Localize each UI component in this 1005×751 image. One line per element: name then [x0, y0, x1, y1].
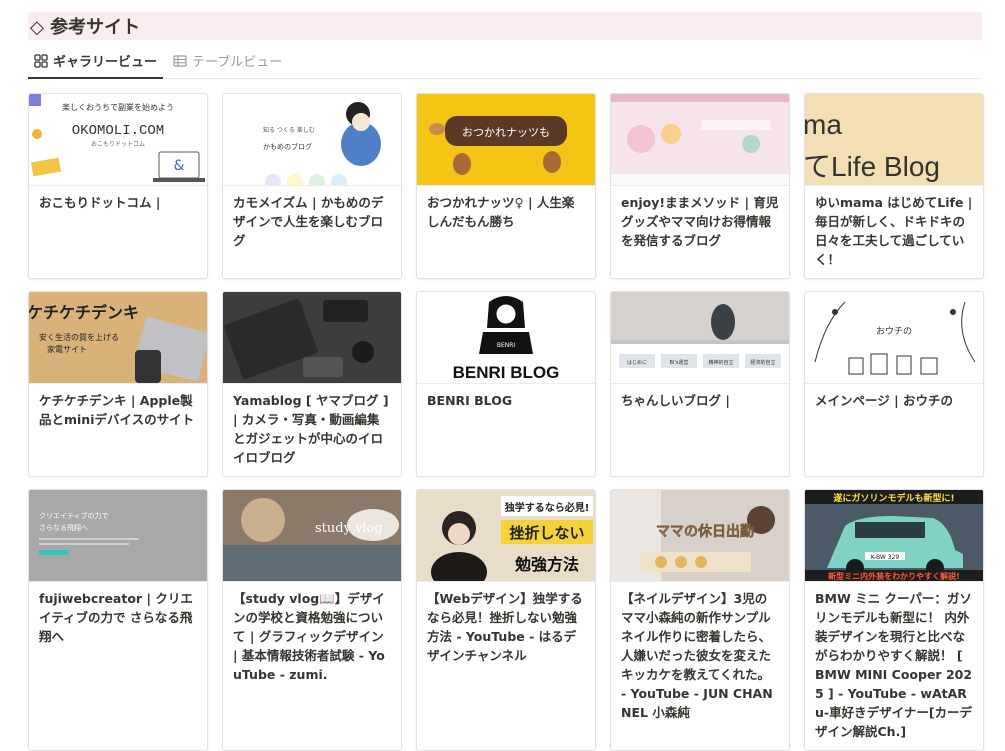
card-thumbnail: ma てLife Blog	[805, 94, 983, 186]
svg-text:&: &	[174, 158, 185, 174]
svg-text:かもめのブログ: かもめのブログ	[263, 142, 312, 151]
card-title: BENRI BLOG	[427, 393, 513, 408]
svg-text:知る つくる 楽しむ: 知る つくる 楽しむ	[263, 126, 315, 134]
card-thumbnail: study vlog	[223, 490, 401, 582]
card-thumbnail: おつかれナッツも	[417, 94, 595, 186]
table-icon	[173, 54, 187, 67]
card-thumbnail: おウチの	[805, 292, 983, 384]
gallery-card[interactable]: 独学するなら必見! 挫折しない 勉強方法 【Webデザイン】独学するなら必見！挫…	[416, 489, 596, 751]
svg-text:BENRI: BENRI	[497, 342, 516, 349]
gallery-card[interactable]: はじめに BI's運営 精神的自立 経済的自立 ちゃんしいブログ |	[610, 291, 790, 477]
card-title: ちゃんしいブログ |	[621, 393, 730, 408]
page-title: ◇ 参考サイト	[30, 17, 141, 38]
card-title: おこもりドットコム |	[39, 195, 161, 210]
card-thumbnail: ママの休日出勤	[611, 490, 789, 582]
card-title: BMW ミニ クーパー：ガソリンモデルも新型に！ 内外装デザインを現行と比べなが…	[815, 591, 973, 739]
gallery-card[interactable]: クリエイティブの力で さらなる飛翔へ fujiwebcreator | クリエイ…	[28, 489, 208, 751]
card-title: おつかれナッツ♀ | 人生楽しんだもん勝ち	[427, 195, 575, 229]
svg-text:遂にガソリンモデルも新型に!: 遂にガソリンモデルも新型に!	[833, 492, 954, 504]
card-title: 【ネイルデザイン】3児のママ小森純の新作サンプルネイル作りに密着したら、人嫌いだ…	[621, 591, 773, 720]
gallery-card[interactable]: おウチの メインページ | おウチの	[804, 291, 984, 477]
card-thumbnail: 知る つくる 楽しむ かもめのブログ	[223, 94, 401, 186]
card-thumbnail	[611, 94, 789, 186]
svg-text:安く生活の質を上げる: 安く生活の質を上げる	[39, 332, 119, 342]
card-thumbnail: クリエイティブの力で さらなる飛翔へ	[29, 490, 207, 582]
card-thumbnail: 遂にガソリンモデルも新型に! K-BW 329 新型ミニ内外装をわかりやすく解説…	[805, 490, 983, 582]
svg-text:勉強方法: 勉強方法	[514, 555, 579, 574]
card-title: fujiwebcreator | クリエイティブの力で さらなる飛翔へ	[39, 591, 193, 644]
svg-text:ママの休日出勤: ママの休日出勤	[656, 523, 754, 540]
gallery-card[interactable]: Yamablog [ ヤマブログ ] | カメラ・写真・動画編集とガジェットが中…	[222, 291, 402, 477]
svg-text:新型ミニ内外装をわかりやすく解説!: 新型ミニ内外装をわかりやすく解説!	[828, 571, 960, 581]
view-tabs: ギャラリービュー テーブルビュー	[28, 48, 982, 79]
gallery-card[interactable]: ma てLife Blog ゆいmama はじめてLife | 毎日が新しく、ド…	[804, 93, 984, 279]
grid-icon	[34, 53, 48, 68]
gallery-card[interactable]: study vlog 【study vlog📖】デザインの学校と資格勉強について…	[222, 489, 402, 751]
svg-text:独学するなら必見!: 独学するなら必見!	[505, 501, 590, 514]
tab-table-label: テーブルビュー	[192, 55, 283, 70]
gallery-card[interactable]: ケチケチデンキ 安く生活の質を上げる 家電サイト ケチケチデンキ | Apple…	[28, 291, 208, 477]
page-header: ◇ 参考サイト	[28, 12, 982, 40]
svg-text:K-BW 329: K-BW 329	[871, 554, 900, 561]
svg-text:クリエイティブの力で: クリエイティブの力で	[39, 511, 108, 520]
card-title: メインページ | おウチの	[815, 393, 954, 408]
tab-gallery-label: ギャラリービュー	[53, 55, 158, 70]
svg-text:てLife Blog: てLife Blog	[805, 151, 940, 182]
card-thumbnail: 楽しくおうちで副業を始めよう OKOMOLI.COM おこもりドットコム &	[29, 94, 207, 186]
card-thumbnail	[223, 292, 401, 384]
card-title: カモメイズム | かもめのデザインで人生を楽しむブログ	[233, 195, 384, 248]
svg-text:精神的自立: 精神的自立	[708, 359, 733, 366]
svg-text:経済的自立: 経済的自立	[750, 359, 775, 366]
gallery-card[interactable]: 知る つくる 楽しむ かもめのブログ カモメイズム | かもめのデザインで人生を…	[222, 93, 402, 279]
svg-text:さらなる飛翔へ: さらなる飛翔へ	[39, 523, 88, 532]
svg-text:おこもりドットコム: おこもりドットコム	[91, 141, 145, 148]
gallery-card[interactable]: enjoy!ままメソッド | 育児グッズやママ向けお得情報を発信するブログ	[610, 93, 790, 279]
card-title: enjoy!ままメソッド | 育児グッズやママ向けお得情報を発信するブログ	[621, 195, 779, 248]
svg-text:家電サイト: 家電サイト	[47, 344, 87, 354]
card-thumbnail: はじめに BI's運営 精神的自立 経済的自立	[611, 292, 789, 384]
svg-text:OKOMOLI.COM: OKOMOLI.COM	[72, 123, 164, 139]
svg-text:はじめに: はじめに	[627, 360, 647, 366]
svg-text:ma: ma	[805, 109, 842, 140]
card-thumbnail: BENRI BENRI BLOG	[417, 292, 595, 384]
gallery-card[interactable]: 楽しくおうちで副業を始めよう OKOMOLI.COM おこもりドットコム & お…	[28, 93, 208, 279]
card-title: 【Webデザイン】独学するなら必見！挫折しない勉強方法 - YouTube - …	[427, 591, 583, 663]
card-thumbnail: ケチケチデンキ 安く生活の質を上げる 家電サイト	[29, 292, 207, 384]
svg-text:おウチの: おウチの	[876, 326, 912, 337]
svg-text:BENRI BLOG: BENRI BLOG	[453, 363, 560, 382]
gallery-card[interactable]: 遂にガソリンモデルも新型に! K-BW 329 新型ミニ内外装をわかりやすく解説…	[804, 489, 984, 751]
card-title: ケチケチデンキ | Apple製品とminiデバイスのサイト	[39, 393, 195, 427]
svg-text:BI's運営: BI's運営	[670, 359, 689, 366]
tab-table-view[interactable]: テーブルビュー	[167, 51, 288, 78]
svg-text:study vlog: study vlog	[315, 521, 383, 536]
card-title: ゆいmama はじめてLife | 毎日が新しく、ドキドキの日々を工夫して過ごし…	[815, 195, 973, 267]
gallery-card[interactable]: BENRI BENRI BLOG BENRI BLOG	[416, 291, 596, 477]
svg-text:ケチケチデンキ: ケチケチデンキ	[29, 303, 139, 322]
gallery-card[interactable]: おつかれナッツも おつかれナッツ♀ | 人生楽しんだもん勝ち	[416, 93, 596, 279]
tab-gallery-view[interactable]: ギャラリービュー	[28, 51, 164, 79]
card-thumbnail: 独学するなら必見! 挫折しない 勉強方法	[417, 490, 595, 582]
card-title: 【study vlog📖】デザインの学校と資格勉強について | グラフィックデザ…	[233, 591, 385, 682]
svg-text:挫折しない: 挫折しない	[509, 524, 584, 542]
svg-text:おつかれナッツも: おつかれナッツも	[462, 126, 550, 139]
gallery-card[interactable]: ママの休日出勤 【ネイルデザイン】3児のママ小森純の新作サンプルネイル作りに密着…	[610, 489, 790, 751]
svg-text:楽しくおうちで副業を始めよう: 楽しくおうちで副業を始めよう	[62, 102, 174, 112]
card-title: Yamablog [ ヤマブログ ] | カメラ・写真・動画編集とガジェットが中…	[233, 393, 389, 465]
